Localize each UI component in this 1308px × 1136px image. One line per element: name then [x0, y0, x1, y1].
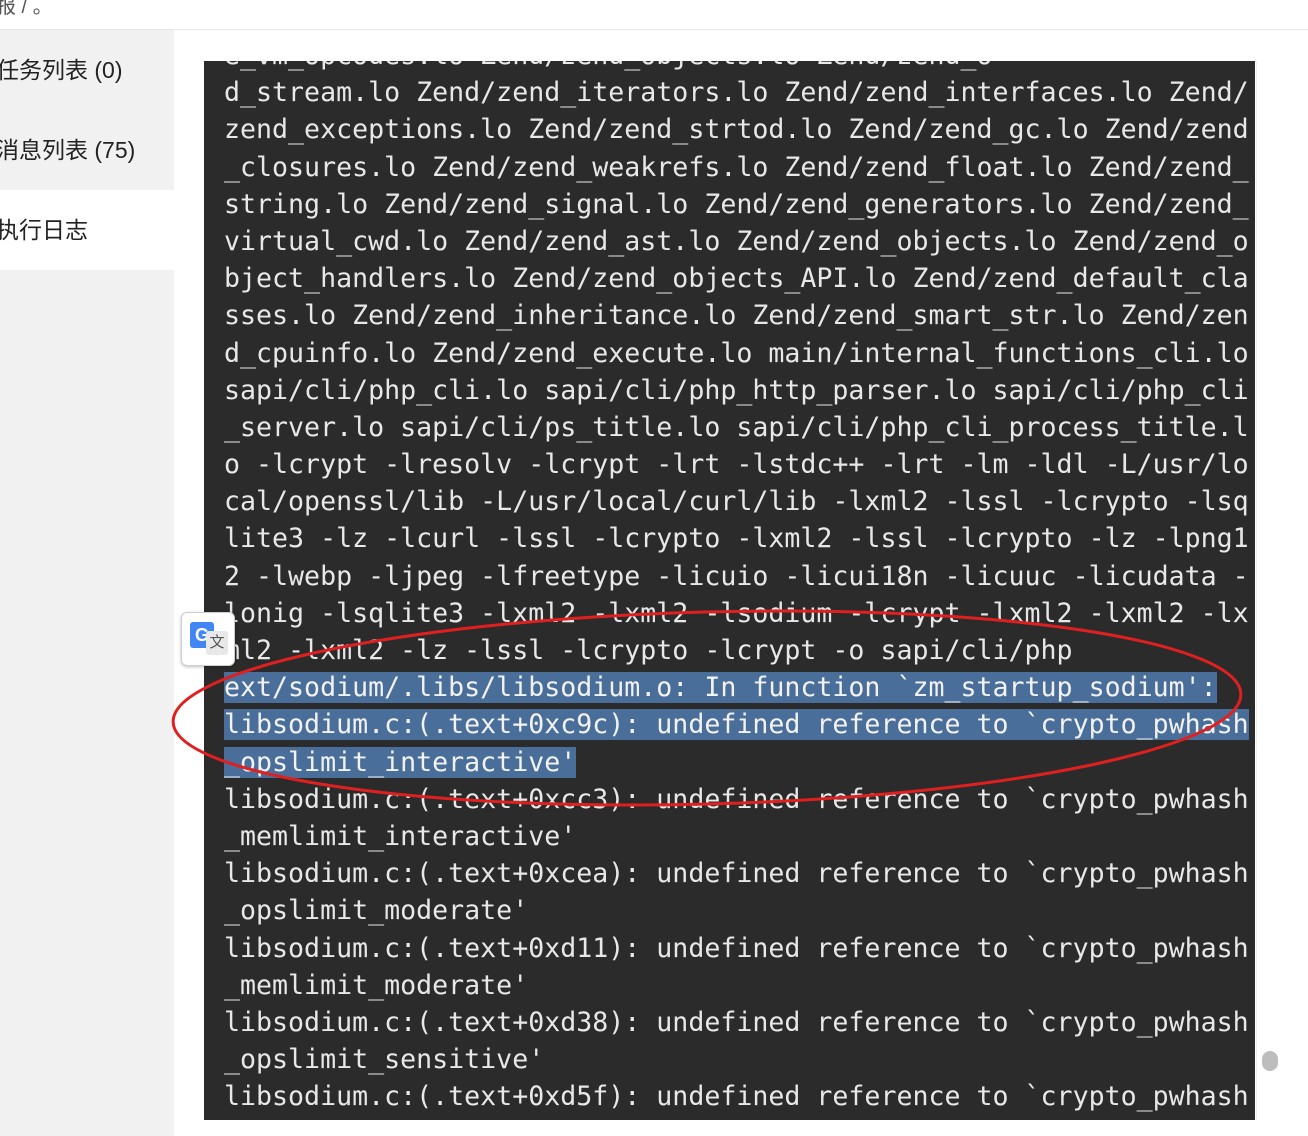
log-line-text: d_stream.lo Zend/zend_iterators.lo Zend/…: [224, 77, 1249, 109]
log-line-text: ml2 -lxml2 -lz -lssl -lcrypto -lcrypt -o…: [224, 635, 1073, 666]
log-line: _memlimit_interactive': [224, 818, 1234, 855]
log-line: _memlimit_sensitive': [224, 1115, 1234, 1120]
log-line: d_cpuinfo.lo Zend/zend_execute.lo main/i…: [224, 335, 1249, 372]
log-line-text-selected: libsodium.c:(.text+0xc9c): undefined ref…: [224, 709, 1249, 741]
log-line: _opslimit_moderate': [224, 892, 1234, 929]
log-line-text: virtual_cwd.lo Zend/zend_ast.lo Zend/zen…: [224, 225, 1249, 257]
log-line-text: libsodium.c:(.text+0xcc3): undefined ref…: [224, 783, 1249, 815]
log-line-text: _opslimit_sensitive': [224, 1044, 545, 1076]
log-line: zend_exceptions.lo Zend/zend_strtod.lo Z…: [224, 111, 1249, 148]
log-line-text: _server.lo sapi/cli/ps_title.lo sapi/cli…: [224, 411, 1249, 443]
log-line-text: e_vm_opcodes.lo Zend/zend_objects.lo Zen…: [224, 61, 993, 71]
log-line: libsodium.c:(.text+0xcc3): undefined ref…: [224, 781, 1249, 818]
breadcrumb: 报 / 。: [0, 0, 53, 18]
translate-button[interactable]: G 文: [181, 612, 235, 666]
log-line-text-selected: ext/sodium/.libs/libsodium.o: In functio…: [224, 672, 1217, 704]
log-line: _closures.lo Zend/zend_weakrefs.lo Zend/…: [224, 149, 1249, 186]
log-line: _server.lo sapi/cli/ps_title.lo sapi/cli…: [224, 409, 1249, 446]
log-output[interactable]: e_vm_opcodes.lo Zend/zend_objects.lo Zen…: [204, 61, 1255, 1120]
log-line: libsodium.c:(.text+0xd38): undefined ref…: [224, 1004, 1249, 1041]
log-line-text: string.lo Zend/zend_signal.lo Zend/zend_…: [224, 188, 1249, 220]
log-line-text: _memlimit_interactive': [224, 820, 577, 852]
log-line-text-selected: _opslimit_interactive': [224, 746, 577, 778]
log-line: ext/sodium/.libs/libsodium.o: In functio…: [224, 669, 1234, 706]
log-line: libsodium.c:(.text+0xc9c): undefined ref…: [224, 706, 1249, 743]
log-line: ml2 -lxml2 -lz -lssl -lcrypto -lcrypt -o…: [224, 632, 1234, 669]
log-line-text: libsodium.c:(.text+0xd5f): undefined ref…: [224, 1081, 1249, 1113]
scrollbar-thumb[interactable]: [1262, 1051, 1278, 1071]
log-line: d_stream.lo Zend/zend_iterators.lo Zend/…: [224, 74, 1249, 111]
log-line: _opslimit_interactive': [224, 744, 1234, 781]
log-line: libsodium.c:(.text+0xd11): undefined ref…: [224, 930, 1249, 967]
log-line-text: _closures.lo Zend/zend_weakrefs.lo Zend/…: [224, 151, 1249, 183]
log-line: cal/openssl/lib -L/usr/local/curl/lib -l…: [224, 483, 1249, 520]
log-line: string.lo Zend/zend_signal.lo Zend/zend_…: [224, 186, 1249, 223]
log-line: _opslimit_sensitive': [224, 1041, 1234, 1078]
log-line-text: libsodium.c:(.text+0xcea): undefined ref…: [224, 858, 1249, 890]
log-line-text: sapi/cli/php_cli.lo sapi/cli/php_http_pa…: [224, 374, 1249, 406]
log-line: virtual_cwd.lo Zend/zend_ast.lo Zend/zen…: [224, 223, 1249, 260]
log-text: e_vm_opcodes.lo Zend/zend_objects.lo Zen…: [224, 61, 1249, 1120]
log-line-text: bject_handlers.lo Zend/zend_objects_API.…: [224, 263, 1249, 295]
top-bar: 报 / 。: [0, 0, 1308, 30]
sidebar-item-execution-log[interactable]: 执行日志: [0, 190, 174, 270]
sidebar-item-label: 任务列表 (0): [0, 57, 123, 83]
log-line-text: libsodium.c:(.text+0xd11): undefined ref…: [224, 932, 1249, 964]
log-line-text: d_cpuinfo.lo Zend/zend_execute.lo main/i…: [224, 337, 1249, 369]
sidebar-item-label: 执行日志: [0, 217, 88, 243]
log-line: lonig -lsqlite3 -lxml2 -lxml2 -lsodium -…: [224, 595, 1249, 632]
log-line-text: _memlimit_sensitive': [224, 1118, 544, 1120]
log-line: sapi/cli/php_cli.lo sapi/cli/php_http_pa…: [224, 372, 1249, 409]
log-line: lite3 -lz -lcurl -lssl -lcrypto -lxml2 -…: [224, 520, 1249, 557]
sidebar-item-label: 消息列表 (75): [0, 137, 136, 163]
log-line: libsodium.c:(.text+0xd5f): undefined ref…: [224, 1078, 1249, 1115]
sidebar: 任务列表 (0) 消息列表 (75) 执行日志: [0, 30, 174, 1136]
sidebar-item-task-list[interactable]: 任务列表 (0): [0, 30, 174, 110]
log-line: 2 -lwebp -ljpeg -lfreetype -licuio -licu…: [224, 558, 1249, 595]
sidebar-item-message-list[interactable]: 消息列表 (75): [0, 110, 174, 190]
log-line-text: o -lcrypt -lresolv -lcrypt -lrt -lstdc++…: [224, 449, 1249, 481]
translate-char-icon: 文: [206, 631, 228, 655]
log-line-text: _opslimit_moderate': [224, 895, 529, 927]
log-line-text: zend_exceptions.lo Zend/zend_strtod.lo Z…: [224, 114, 1249, 146]
log-line-text: cal/openssl/lib -L/usr/local/curl/lib -l…: [224, 486, 1249, 518]
log-line-text: sses.lo Zend/zend_inheritance.lo Zend/ze…: [224, 300, 1249, 332]
log-line-text: lonig -lsqlite3 -lxml2 -lxml2 -lsodium -…: [224, 597, 1249, 629]
log-line: _memlimit_moderate': [224, 967, 1234, 1004]
log-line: bject_handlers.lo Zend/zend_objects_API.…: [224, 260, 1249, 297]
scrollbar-track[interactable]: [1256, 61, 1284, 1120]
log-line-text: lite3 -lz -lcurl -lssl -lcrypto -lxml2 -…: [224, 523, 1249, 555]
log-line: e_vm_opcodes.lo Zend/zend_objects.lo Zen…: [224, 61, 1234, 74]
log-line-text: 2 -lwebp -ljpeg -lfreetype -licuio -licu…: [224, 560, 1249, 592]
log-line-text: _memlimit_moderate': [224, 969, 529, 1001]
log-line: sses.lo Zend/zend_inheritance.lo Zend/ze…: [224, 297, 1249, 334]
log-line: o -lcrypt -lresolv -lcrypt -lrt -lstdc++…: [224, 446, 1249, 483]
log-line-text: libsodium.c:(.text+0xd38): undefined ref…: [224, 1006, 1249, 1038]
log-line: libsodium.c:(.text+0xcea): undefined ref…: [224, 855, 1249, 892]
